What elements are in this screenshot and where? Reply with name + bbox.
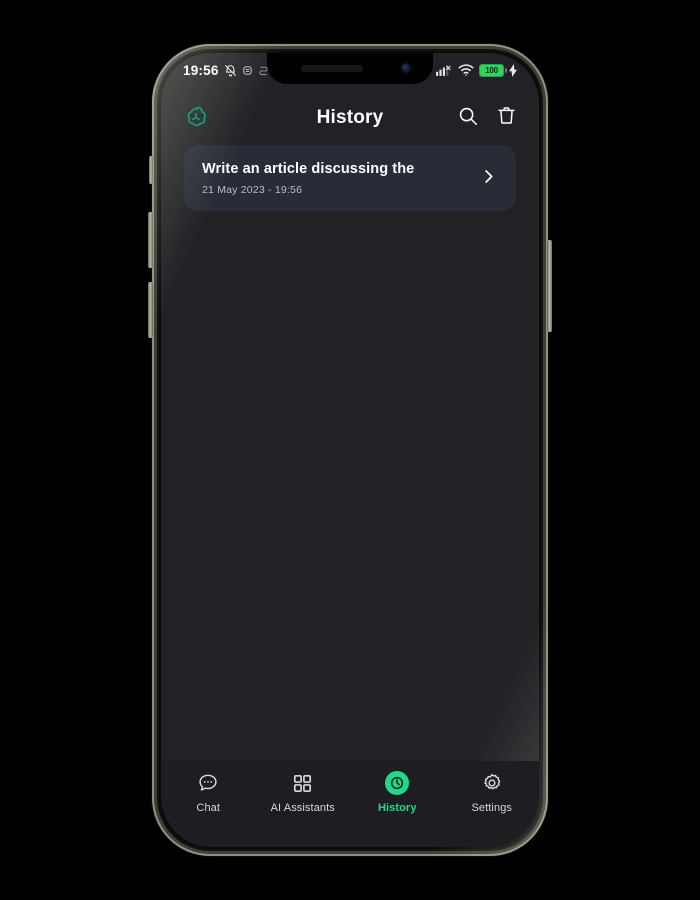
history-list: Write an article discussing the 21 May 2… bbox=[161, 145, 539, 761]
tab-history[interactable]: History bbox=[350, 771, 445, 814]
chatgpt-logo bbox=[183, 105, 209, 131]
gear-icon bbox=[481, 771, 503, 795]
screenshot-stage: 19:56 100 History Write an article discu… bbox=[0, 0, 700, 900]
wifi-icon bbox=[458, 64, 474, 76]
front-camera-icon bbox=[399, 61, 413, 75]
tab-label-chat: Chat bbox=[196, 802, 221, 814]
clock-icon bbox=[385, 771, 410, 795]
charging-bolt-icon bbox=[509, 63, 517, 77]
power-button[interactable] bbox=[547, 240, 552, 332]
tab-settings[interactable]: Settings bbox=[445, 771, 540, 814]
volume-up-button[interactable] bbox=[148, 212, 153, 268]
tab-label-history: History bbox=[377, 802, 417, 814]
notification-badge-icon bbox=[242, 65, 253, 76]
bell-muted-icon bbox=[224, 64, 237, 77]
volume-down-button[interactable] bbox=[148, 282, 153, 338]
status-bar-right: 100 bbox=[436, 63, 517, 77]
earpiece-speaker bbox=[301, 65, 363, 72]
tab-ai-assistants[interactable]: AI Assistants bbox=[256, 771, 351, 814]
signal-bars-off-icon bbox=[436, 64, 453, 76]
status-time: 19:56 bbox=[183, 62, 219, 78]
chevron-right-icon[interactable] bbox=[479, 167, 498, 191]
notch bbox=[267, 53, 433, 84]
phone-frame: 19:56 100 History Write an article discu… bbox=[148, 44, 552, 856]
phone-screen: 19:56 100 History Write an article discu… bbox=[161, 53, 539, 847]
tab-label-settings: Settings bbox=[471, 802, 513, 814]
chat-bubble-icon bbox=[197, 771, 219, 795]
trash-icon[interactable] bbox=[496, 105, 517, 131]
app-header: History bbox=[161, 97, 539, 139]
history-item-date: 21 May 2023 - 19:56 bbox=[202, 184, 303, 196]
history-list-item[interactable]: Write an article discussing the 21 May 2… bbox=[184, 145, 516, 211]
tab-history-active-indicator bbox=[385, 771, 410, 795]
grid-squares-icon bbox=[292, 771, 313, 795]
history-item-body: Write an article discussing the 21 May 2… bbox=[202, 161, 469, 196]
battery-level: 100 bbox=[485, 65, 498, 75]
search-icon[interactable] bbox=[457, 105, 479, 132]
tab-bar: Chat AI Assistants History Settings bbox=[161, 761, 539, 847]
history-item-title: Write an article discussing the bbox=[202, 161, 415, 177]
tab-chat[interactable]: Chat bbox=[161, 771, 256, 814]
tab-label-ai-assistants: AI Assistants bbox=[270, 802, 335, 814]
mute-switch[interactable] bbox=[149, 156, 153, 184]
battery-icon: 100 bbox=[479, 63, 507, 77]
status-bar-left: 19:56 bbox=[183, 63, 269, 78]
